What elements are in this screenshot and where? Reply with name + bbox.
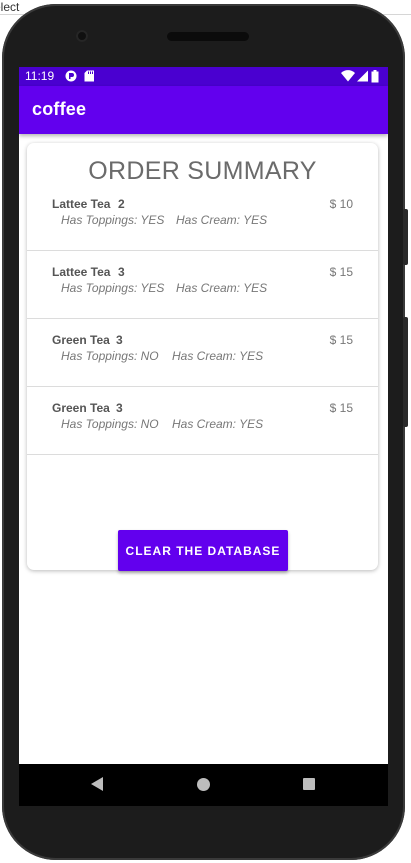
order-price: $ 15 [329,401,353,415]
cream-status: Has Cream: YES [172,417,264,431]
order-price: $ 10 [329,197,353,211]
recents-icon[interactable] [303,778,315,790]
volume-button [403,209,408,265]
device-screen: 11:19 coffee ORDER SUMMARY Lattee Tea 2 [19,67,388,806]
back-icon[interactable] [91,777,103,791]
order-name: Green Tea [52,401,110,415]
status-bar: 11:19 [19,67,388,86]
order-summary-card: ORDER SUMMARY Lattee Tea 2 $ 10 Has Topp… [27,143,378,571]
sd-card-icon [84,70,94,82]
order-row[interactable]: Green Tea 3 $ 15 Has Toppings: NO Has Cr… [27,387,378,455]
battery-icon [371,70,379,83]
toppings-status: Has Toppings: YES [61,281,165,295]
order-name: Lattee Tea [52,265,111,279]
wifi-icon [341,70,355,82]
order-row[interactable]: Lattee Tea 2 $ 10 Has Toppings: YES Has … [27,183,378,251]
app-bar: coffee [19,86,388,134]
order-row[interactable]: Lattee Tea 3 $ 15 Has Toppings: YES Has … [27,251,378,319]
order-row[interactable]: Green Tea 3 $ 15 Has Toppings: NO Has Cr… [27,319,378,387]
earpiece-speaker [167,32,249,41]
app-notification-icon [65,70,77,82]
toppings-status: Has Toppings: NO [61,349,159,363]
host-window-text: elect [0,0,20,14]
order-quantity: 3 [118,265,125,279]
order-price: $ 15 [329,265,353,279]
system-nav-bar [19,764,388,806]
order-name: Green Tea [52,333,110,347]
cream-status: Has Cream: YES [176,213,268,227]
app-title: coffee [32,99,87,119]
order-quantity: 3 [116,333,123,347]
toppings-status: Has Toppings: NO [61,417,159,431]
cell-signal-icon [357,70,368,82]
order-name: Lattee Tea [52,197,111,211]
front-camera-icon [76,30,88,42]
status-time: 11:19 [25,69,55,83]
power-button [403,317,408,427]
summary-title: ORDER SUMMARY [88,157,317,185]
cream-status: Has Cream: YES [176,281,268,295]
home-icon[interactable] [197,778,210,791]
cream-status: Has Cream: YES [172,349,264,363]
order-quantity: 3 [116,401,123,415]
order-price: $ 15 [329,333,353,347]
clear-database-button[interactable]: CLEAR THE DATABASE [118,530,288,571]
toppings-status: Has Toppings: YES [61,213,165,227]
order-quantity: 2 [118,197,125,211]
